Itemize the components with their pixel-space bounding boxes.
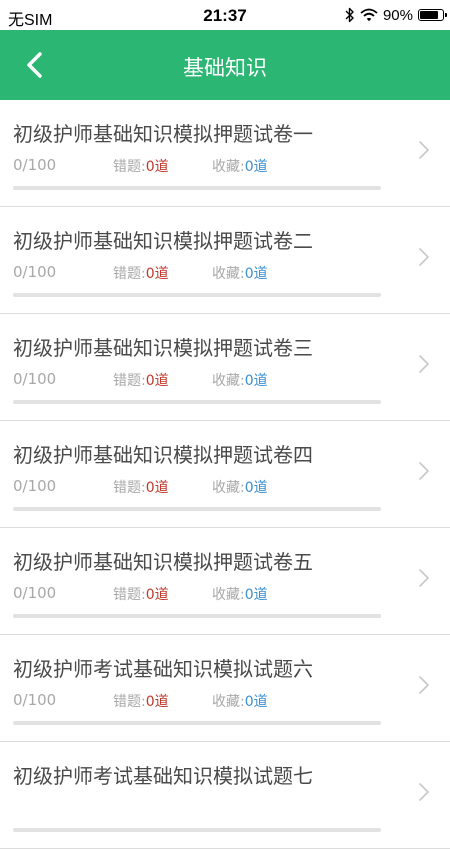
favorite-count: 收藏:0道: [212, 477, 268, 497]
wrong-label: 错题:: [113, 587, 146, 603]
favorite-value: 0道: [244, 373, 268, 389]
wrong-label: 错题:: [113, 694, 146, 710]
list-item[interactable]: 初级护师基础知识模拟押题试卷一 0/100 错题:0道 收藏:0道: [0, 100, 450, 207]
status-bar: 无SIM 21:37 90%: [0, 0, 450, 30]
favorite-count: 收藏:0道: [212, 370, 268, 390]
favorite-count: 收藏:0道: [212, 584, 268, 604]
chevron-right-icon: [419, 248, 429, 266]
favorite-count: 收藏:0道: [212, 691, 268, 711]
progress-bar: [13, 614, 381, 618]
progress-bar: [13, 828, 381, 832]
progress-count: 0/100: [13, 691, 57, 709]
progress-count: 0/100: [13, 156, 57, 174]
chevron-right-icon: [419, 676, 429, 694]
wifi-icon: [360, 8, 378, 22]
progress-bar: [13, 293, 381, 297]
favorite-label: 收藏:: [212, 373, 245, 389]
nav-bar: 基础知识: [0, 30, 450, 100]
progress-count: 0/100: [13, 477, 57, 495]
favorite-label: 收藏:: [212, 159, 245, 175]
wrong-label: 错题:: [113, 159, 146, 175]
favorite-label: 收藏:: [212, 694, 245, 710]
progress-count: 0/100: [13, 263, 57, 281]
favorite-value: 0道: [244, 159, 268, 175]
list-item[interactable]: 初级护师基础知识模拟押题试卷五 0/100 错题:0道 收藏:0道: [0, 528, 450, 635]
battery-percent: 90%: [382, 6, 413, 24]
list-item[interactable]: 初级护师考试基础知识模拟试题六 0/100 错题:0道 收藏:0道: [0, 635, 450, 742]
list-item[interactable]: 初级护师考试基础知识模拟试题七 错题: 收藏:: [0, 742, 450, 849]
favorite-value: 0道: [244, 480, 268, 496]
list-item[interactable]: 初级护师基础知识模拟押题试卷四 0/100 错题:0道 收藏:0道: [0, 421, 450, 528]
favorite-value: 0道: [244, 266, 268, 282]
wrong-value: 0道: [145, 480, 169, 496]
chevron-right-icon: [419, 355, 429, 373]
exam-title: 初级护师考试基础知识模拟试题七: [13, 764, 313, 788]
wrong-label: 错题:: [113, 480, 146, 496]
favorite-label: 收藏:: [212, 480, 245, 496]
favorite-value: 0道: [244, 694, 268, 710]
wrong-label: 错题:: [113, 373, 146, 389]
wrong-value: 0道: [145, 694, 169, 710]
favorite-label: 收藏:: [212, 266, 245, 282]
progress-count: 0/100: [13, 370, 57, 388]
wrong-count: 错题:0道: [113, 263, 169, 283]
exam-title: 初级护师基础知识模拟押题试卷三: [13, 336, 313, 360]
wrong-value: 0道: [145, 373, 169, 389]
list-item[interactable]: 初级护师基础知识模拟押题试卷三 0/100 错题:0道 收藏:0道: [0, 314, 450, 421]
wrong-count: 错题:0道: [113, 477, 169, 497]
exam-title: 初级护师考试基础知识模拟试题六: [13, 657, 313, 681]
chevron-right-icon: [419, 462, 429, 480]
list-item[interactable]: 初级护师基础知识模拟押题试卷二 0/100 错题:0道 收藏:0道: [0, 207, 450, 314]
exam-list: 初级护师基础知识模拟押题试卷一 0/100 错题:0道 收藏:0道 初级护师基础…: [0, 100, 450, 849]
page-title: 基础知识: [183, 56, 267, 80]
exam-title: 初级护师基础知识模拟押题试卷四: [13, 443, 313, 467]
progress-bar: [13, 507, 381, 511]
progress-count: 0/100: [13, 584, 57, 602]
wrong-count: 错题:0道: [113, 691, 169, 711]
favorite-count: 收藏:0道: [212, 156, 268, 176]
progress-bar: [13, 400, 381, 404]
wrong-count: 错题:0道: [113, 156, 169, 176]
progress-bar: [13, 721, 381, 725]
status-right: 90%: [345, 5, 447, 25]
battery-icon: [418, 9, 447, 21]
wrong-value: 0道: [145, 159, 169, 175]
wrong-count: 错题:0道: [113, 370, 169, 390]
chevron-right-icon: [419, 569, 429, 587]
favorite-value: 0道: [244, 587, 268, 603]
favorite-count: 收藏:0道: [212, 263, 268, 283]
wrong-count: 错题:0道: [113, 584, 169, 604]
chevron-right-icon: [419, 141, 429, 159]
progress-bar: [13, 186, 381, 190]
wrong-label: 错题:: [113, 266, 146, 282]
exam-title: 初级护师基础知识模拟押题试卷二: [13, 229, 313, 253]
chevron-right-icon: [419, 783, 429, 801]
wrong-value: 0道: [145, 587, 169, 603]
bluetooth-icon: [345, 7, 354, 23]
favorite-label: 收藏:: [212, 587, 245, 603]
exam-title: 初级护师基础知识模拟押题试卷五: [13, 550, 313, 574]
wrong-value: 0道: [145, 266, 169, 282]
exam-title: 初级护师基础知识模拟押题试卷一: [13, 122, 313, 146]
